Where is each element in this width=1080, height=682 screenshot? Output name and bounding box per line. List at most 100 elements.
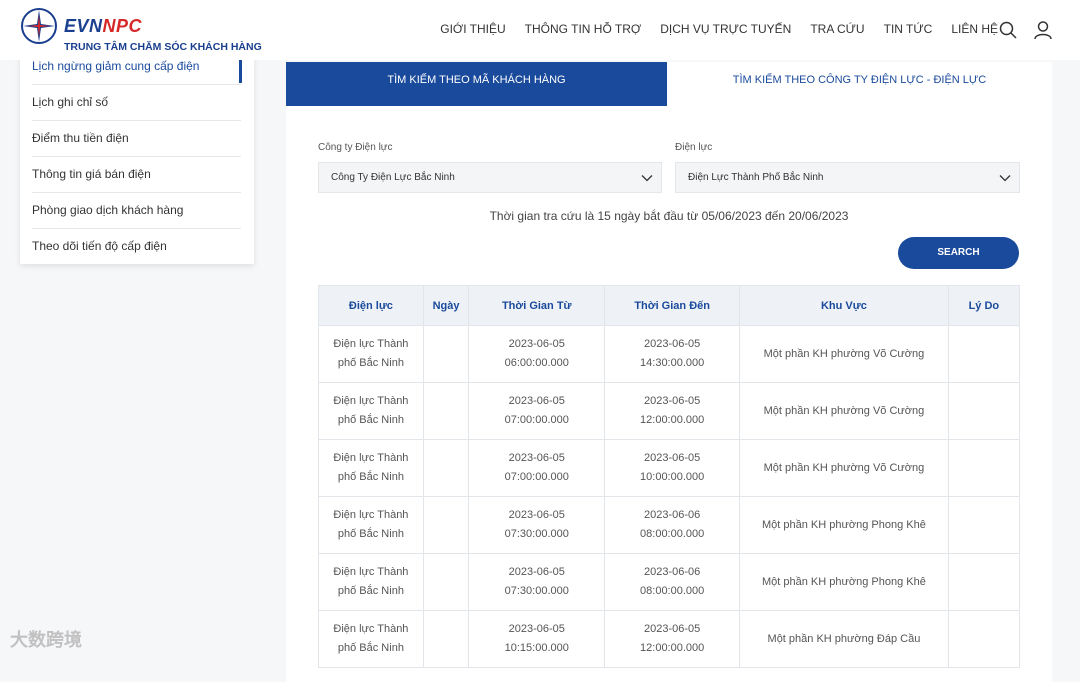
cell-tu-time: 06:00:00.000: [504, 357, 569, 369]
table-row: Điện lực Thành phố Bắc Ninh 2023-06-05 07…: [318, 439, 1021, 497]
cell-khu-vuc: Một phần KH phường Phong Khê: [739, 553, 949, 611]
nav-lien-he[interactable]: LIÊN HỆ: [951, 22, 998, 36]
district-label: Điện lực: [675, 142, 713, 153]
user-icon[interactable]: [1033, 20, 1053, 40]
nav-dich-vu-truc-tuyen[interactable]: DỊCH VỤ TRỰC TUYẾN: [660, 22, 791, 36]
table-row: Điện lực Thành phố Bắc Ninh 2023-06-05 06…: [318, 325, 1021, 383]
cell-den-date: 2023-06-05: [644, 395, 701, 407]
district-select[interactable]: Điện Lực Thành Phố Bắc Ninh: [675, 162, 1020, 193]
search-icon[interactable]: [998, 20, 1018, 40]
cell-ly-do: [947, 382, 1021, 440]
nav-tra-cuu[interactable]: TRA CỨU: [810, 22, 864, 36]
watermark: 大数跨境: [10, 630, 82, 650]
cell-khu-vuc: Một phần KH phường Võ Cường: [739, 439, 949, 497]
table-row: Điện lực Thành phố Bắc Ninh 2023-06-05 07…: [318, 553, 1021, 611]
sidebar-item-gia-ban-dien[interactable]: Thông tin giá bán điện: [32, 156, 241, 193]
cell-ngay: [422, 382, 470, 440]
cell-den-time: 14:30:00.000: [640, 357, 705, 369]
cell-ly-do: [947, 496, 1021, 554]
cell-ly-do: [947, 610, 1021, 668]
sidebar-item-phong-giao-dich[interactable]: Phòng giao dịch khách hàng: [32, 192, 241, 229]
cell-ly-do: [947, 553, 1021, 611]
cell-tu-date: 2023-06-05: [508, 623, 565, 635]
sidebar-item-lich-ghi-chi-so[interactable]: Lịch ghi chỉ số: [32, 84, 241, 121]
cell-den-time: 12:00:00.000: [640, 642, 705, 654]
col-thoi-gian-tu: Thời Gian Từ: [468, 285, 606, 326]
cell-den-date: 2023-06-06: [644, 509, 701, 521]
cell-tu: 2023-06-05 10:15:00.000: [468, 610, 606, 668]
col-khu-vuc: Khu Vực: [739, 285, 949, 326]
main-panel: TÌM KIẾM THEO MÃ KHÁCH HÀNG TÌM KIẾM THE…: [286, 62, 1052, 682]
cell-tu-date: 2023-06-05: [508, 566, 565, 578]
company-select-value: Công Ty Điện Lực Bắc Ninh: [331, 172, 455, 183]
cell-tu: 2023-06-05 07:30:00.000: [468, 496, 606, 554]
cell-khu-vuc: Một phần KH phường Võ Cường: [739, 382, 949, 440]
brand-name[interactable]: EVNNPC: [64, 16, 142, 37]
cell-ngay: [422, 610, 470, 668]
cell-tu-date: 2023-06-05: [508, 395, 565, 407]
chevron-down-icon: [641, 175, 653, 182]
cell-ngay: [422, 439, 470, 497]
main-nav: GIỚI THIỆU THÔNG TIN HỖ TRỢ DỊCH VỤ TRỰC…: [440, 22, 998, 36]
cell-tu-time: 07:00:00.000: [504, 414, 569, 426]
evn-logo-icon[interactable]: [20, 7, 58, 45]
cell-tu-time: 10:15:00.000: [504, 642, 569, 654]
cell-den-date: 2023-06-05: [644, 623, 701, 635]
cell-dien-luc: Điện lực Thành phố Bắc Ninh: [318, 610, 424, 668]
cell-ngay: [422, 325, 470, 383]
cell-den: 2023-06-05 14:30:00.000: [604, 325, 741, 383]
cell-khu-vuc: Một phần KH phường Võ Cường: [739, 325, 949, 383]
tab-search-by-customer-code[interactable]: TÌM KIẾM THEO MÃ KHÁCH HÀNG: [286, 62, 667, 106]
cell-tu-time: 07:00:00.000: [504, 471, 569, 483]
cell-den-time: 08:00:00.000: [640, 585, 705, 597]
cell-dien-luc: Điện lực Thành phố Bắc Ninh: [318, 553, 424, 611]
cell-tu: 2023-06-05 07:00:00.000: [468, 439, 606, 497]
cell-khu-vuc: Một phần KH phường Phong Khê: [739, 496, 949, 554]
nav-thong-tin-ho-tro[interactable]: THÔNG TIN HỖ TRỢ: [525, 22, 642, 36]
table-row: Điện lực Thành phố Bắc Ninh 2023-06-05 10…: [318, 610, 1021, 668]
cell-dien-luc: Điện lực Thành phố Bắc Ninh: [318, 382, 424, 440]
company-label: Công ty Điện lực: [318, 142, 393, 153]
search-button[interactable]: SEARCH: [898, 237, 1019, 269]
cell-khu-vuc: Một phần KH phường Đáp Cầu: [739, 610, 949, 668]
sidebar-item-diem-thu-tien[interactable]: Điểm thu tiền điện: [32, 120, 241, 157]
brand-npc: NPC: [102, 16, 143, 36]
cell-dien-luc: Điện lực Thành phố Bắc Ninh: [318, 439, 424, 497]
cell-den: 2023-06-06 08:00:00.000: [604, 553, 741, 611]
cell-tu: 2023-06-05 07:00:00.000: [468, 382, 606, 440]
nav-gioi-thieu[interactable]: GIỚI THIỆU: [440, 22, 505, 36]
cell-den-date: 2023-06-05: [644, 338, 701, 350]
company-select[interactable]: Công Ty Điện Lực Bắc Ninh: [318, 162, 662, 193]
cell-dien-luc: Điện lực Thành phố Bắc Ninh: [318, 496, 424, 554]
nav-tin-tuc[interactable]: TIN TỨC: [884, 22, 933, 36]
cell-tu: 2023-06-05 07:30:00.000: [468, 553, 606, 611]
cell-tu-date: 2023-06-05: [508, 509, 565, 521]
col-ly-do: Lý Do: [947, 285, 1021, 326]
cell-tu-time: 07:30:00.000: [504, 528, 569, 540]
cell-den-time: 12:00:00.000: [640, 414, 705, 426]
table-header-row: Điện lực Ngày Thời Gian Từ Thời Gian Đến…: [318, 285, 1021, 326]
cell-den: 2023-06-05 10:00:00.000: [604, 439, 741, 497]
cell-den: 2023-06-05 12:00:00.000: [604, 382, 741, 440]
cell-ngay: [422, 553, 470, 611]
sidebar: Lịch ngừng giảm cung cấp điện Lịch ghi c…: [20, 40, 254, 264]
col-ngay: Ngày: [422, 285, 470, 326]
col-thoi-gian-den: Thời Gian Đến: [604, 285, 741, 326]
cell-den: 2023-06-06 08:00:00.000: [604, 496, 741, 554]
sidebar-item-tien-do-cap-dien[interactable]: Theo dõi tiến độ cấp điện: [32, 228, 241, 264]
cell-tu-date: 2023-06-05: [508, 338, 565, 350]
outage-table: Điện lực Ngày Thời Gian Từ Thời Gian Đến…: [318, 285, 1021, 668]
cell-ly-do: [947, 325, 1021, 383]
cell-dien-luc: Điện lực Thành phố Bắc Ninh: [318, 325, 424, 383]
cell-den-date: 2023-06-06: [644, 566, 701, 578]
cell-den-time: 10:00:00.000: [640, 471, 705, 483]
tab-search-by-company[interactable]: TÌM KIẾM THEO CÔNG TY ĐIỆN LỰC - ĐIỆN LỰ…: [667, 62, 1052, 106]
cell-den: 2023-06-05 12:00:00.000: [604, 610, 741, 668]
brand-subtitle: TRUNG TÂM CHĂM SÓC KHÁCH HÀNG: [64, 41, 262, 53]
cell-tu-date: 2023-06-05: [508, 452, 565, 464]
brand-evn: EVN: [64, 16, 103, 36]
cell-den-date: 2023-06-05: [644, 452, 701, 464]
chevron-down-icon: [999, 175, 1011, 182]
cell-ngay: [422, 496, 470, 554]
cell-ly-do: [947, 439, 1021, 497]
